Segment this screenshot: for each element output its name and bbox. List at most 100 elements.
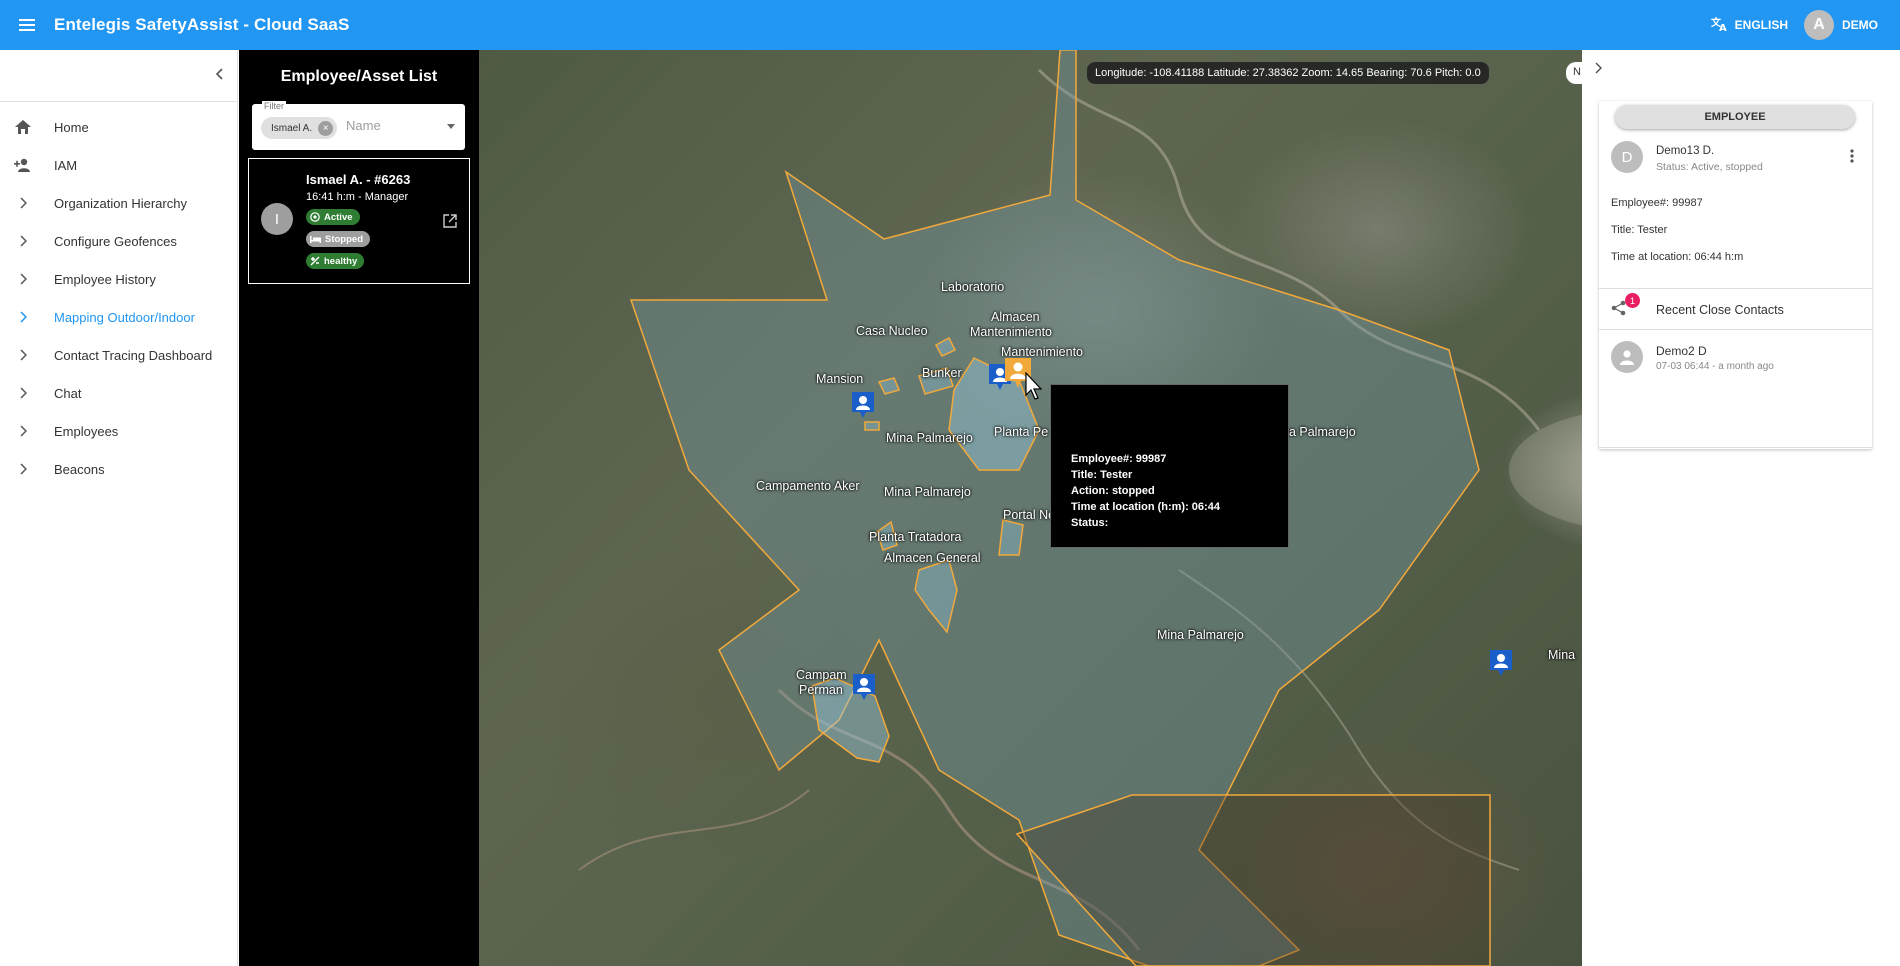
- person-icon: [1611, 341, 1643, 373]
- employee-pin[interactable]: [853, 674, 875, 700]
- tooltip-status: Status:: [1071, 517, 1109, 529]
- sidebar-item-iam[interactable]: IAM: [0, 146, 237, 184]
- employee-pin-selected[interactable]: [1005, 358, 1031, 388]
- map-label: Campam: [796, 668, 847, 682]
- employee-list-title: Employee/Asset List: [280, 68, 438, 85]
- home-icon: [12, 116, 34, 138]
- more-vert-icon[interactable]: [1850, 149, 1854, 163]
- open-in-new-icon[interactable]: [443, 214, 457, 233]
- sidebar-item-configure-geofences[interactable]: Configure Geofences: [0, 222, 237, 260]
- employee-pin[interactable]: [1490, 650, 1512, 676]
- sidebar-item-label: Beacons: [54, 461, 105, 477]
- menu-icon[interactable]: [14, 12, 40, 38]
- user-menu-button[interactable]: A DEMO: [1804, 10, 1878, 40]
- translate-icon: 文A: [1711, 16, 1735, 35]
- map-label: Mina: [1548, 648, 1576, 662]
- map-label: Laboratorio: [941, 280, 1005, 294]
- map-label: Mina Palmarejo: [886, 431, 973, 445]
- map-label: Bunker: [922, 366, 962, 380]
- app-title: Entelegis SafetyAssist - Cloud SaaS: [54, 15, 350, 34]
- tooltip-title: Title: Tester: [1071, 469, 1133, 481]
- contact-list-item[interactable]: Demo2 D 07-03 06:44 - a month ago: [1599, 333, 1872, 379]
- chevron-right-icon[interactable]: [1594, 61, 1603, 79]
- user-avatar: A: [1804, 10, 1834, 40]
- map-label: Planta Pe: [994, 425, 1049, 439]
- chevron-right-icon: [12, 420, 34, 442]
- map-label: Campamento Aker: [756, 479, 860, 493]
- map-label: Almacen: [991, 310, 1040, 324]
- notification-badge: 1: [1625, 293, 1640, 308]
- chevron-right-icon: [12, 344, 34, 366]
- employee-name: Ismael A. - #6263: [306, 172, 411, 187]
- recent-close-contacts-label: Recent Close Contacts: [1656, 303, 1784, 317]
- chevron-right-icon: [12, 268, 34, 290]
- map-label: Mantenimiento: [1001, 345, 1083, 359]
- sidebar: Home IAM Organization Hierarchy Configur…: [0, 50, 238, 966]
- detail-avatar: D: [1611, 141, 1643, 173]
- sidebar-item-contact-tracing[interactable]: Contact Tracing Dashboard: [0, 336, 237, 374]
- sidebar-item-label: Configure Geofences: [54, 233, 177, 249]
- detail-employee-number: Employee#: 99987: [1611, 197, 1703, 209]
- svg-text:A: A: [1719, 23, 1727, 32]
- sidebar-item-beacons[interactable]: Beacons: [0, 450, 237, 488]
- sidebar-item-label: Employees: [54, 423, 119, 439]
- badge-label: Active: [324, 211, 353, 223]
- active-icon: [310, 212, 320, 222]
- employee-card[interactable]: I Ismael A. - #6263 16:41 h:m - Manager …: [248, 158, 470, 284]
- user-name: DEMO: [1842, 18, 1878, 32]
- map-label: na Palmarejo: [1282, 425, 1356, 439]
- employee-type-button[interactable]: EMPLOYEE: [1615, 105, 1855, 129]
- sidebar-item-label: Organization Hierarchy: [54, 195, 187, 211]
- sidebar-item-chat[interactable]: Chat: [0, 374, 237, 412]
- mouse-cursor-icon: [1025, 372, 1043, 400]
- sidebar-item-employee-history[interactable]: Employee History: [0, 260, 237, 298]
- name-filter[interactable]: Filter Ismael A. ×: [252, 101, 465, 150]
- tooltip-time: Time at location (h:m): 06:44: [1071, 501, 1220, 513]
- filter-chip[interactable]: Ismael A. ×: [261, 117, 338, 139]
- map-label: Mansion: [816, 372, 864, 386]
- map-label: Perman: [799, 683, 843, 697]
- sidebar-item-employees[interactable]: Employees: [0, 412, 237, 450]
- sidebar-item-mapping[interactable]: Mapping Outdoor/Indoor: [0, 298, 237, 336]
- sidebar-item-organization-hierarchy[interactable]: Organization Hierarchy: [0, 184, 237, 222]
- health-icon: [310, 256, 320, 266]
- divider: [1599, 447, 1872, 448]
- tooltip-employee: Employee#: 99987: [1071, 453, 1167, 465]
- filter-legend: Filter: [262, 101, 286, 111]
- status-badge-stopped: Stopped: [306, 231, 370, 247]
- person-add-icon: [12, 154, 34, 176]
- tooltip-action: Action: stopped: [1071, 485, 1155, 497]
- chevron-left-icon[interactable]: [215, 67, 225, 85]
- contact-name: Demo2 D: [1656, 344, 1707, 358]
- sidebar-item-label: Home: [54, 119, 89, 135]
- language-button[interactable]: 文A ENGLISH: [1711, 16, 1788, 35]
- sidebar-item-label: IAM: [54, 157, 78, 173]
- chevron-right-icon: [12, 458, 34, 480]
- map-label: Almacen General: [884, 551, 981, 565]
- chevron-right-icon: [12, 192, 34, 214]
- sidebar-item-home[interactable]: Home: [0, 108, 237, 146]
- contact-time: 07-03 06:44 - a month ago: [1656, 361, 1774, 372]
- map-coordinates: Longitude: -108.41188 Latitude: 27.38362…: [1087, 62, 1489, 84]
- employee-pin[interactable]: [852, 392, 874, 418]
- dropdown-arrow-icon[interactable]: [447, 124, 455, 129]
- employee-subtitle: 16:41 h:m - Manager: [306, 191, 409, 203]
- sidebar-item-label: Chat: [54, 385, 82, 401]
- detail-title: Title: Tester: [1611, 224, 1668, 236]
- chip-remove-icon[interactable]: ×: [318, 120, 334, 136]
- employee-avatar: I: [261, 203, 293, 235]
- chevron-right-icon: [12, 382, 34, 404]
- employee-tooltip: Employee#: 99987 Title: Tester Action: s…: [1050, 384, 1289, 548]
- map-label: Planta Tratadora: [869, 530, 962, 544]
- language-label: ENGLISH: [1734, 18, 1788, 32]
- detail-time-at-location: Time at location: 06:44 h:m: [1611, 251, 1744, 263]
- chevron-right-icon: [12, 306, 34, 328]
- employee-list-panel: Employee/Asset List Filter Ismael A. × I…: [239, 50, 479, 966]
- map-view[interactable]: Laboratorio Almacen Casa Nucleo Mantenim…: [479, 50, 1582, 966]
- sidebar-item-label: Contact Tracing Dashboard: [54, 347, 213, 363]
- recent-close-contacts[interactable]: 1 Recent Close Contacts: [1599, 291, 1872, 329]
- name-filter-input[interactable]: [346, 118, 436, 133]
- badge-label: healthy: [324, 255, 358, 267]
- status-badge-healthy: healthy: [306, 253, 365, 269]
- map-label: Casa Nucleo: [856, 324, 928, 338]
